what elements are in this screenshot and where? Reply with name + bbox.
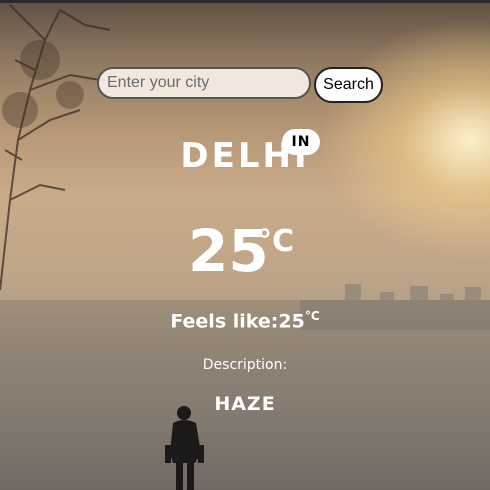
feels-like-unit: °C — [304, 309, 320, 323]
country-code-badge: IN — [282, 129, 320, 155]
city-heading: DELHI — [0, 136, 490, 176]
feels-like-line: Feels like:25°C — [0, 309, 490, 332]
search-bar: Search — [97, 67, 383, 103]
search-button[interactable]: Search — [314, 67, 383, 103]
temperature-unit: °C — [257, 224, 295, 259]
description-label: Description: — [202, 357, 288, 373]
feels-like-label: Feels like: — [170, 310, 279, 333]
weather-description: HAZE — [214, 393, 276, 415]
cyclist-silhouette — [165, 406, 204, 490]
city-search-input[interactable] — [97, 67, 311, 99]
feels-like-value: 25 — [278, 310, 305, 333]
